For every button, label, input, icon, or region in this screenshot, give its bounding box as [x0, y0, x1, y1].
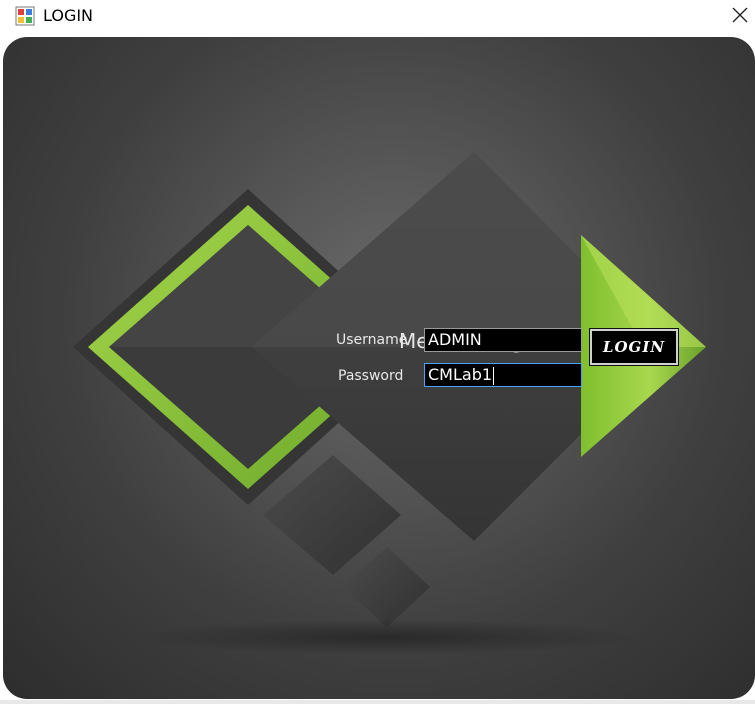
text-caret: [493, 366, 495, 385]
password-value: CMLab1: [428, 365, 493, 384]
username-value: ADMIN: [428, 330, 482, 349]
window-title: LOGIN: [43, 6, 94, 25]
windows-form-icon: [15, 6, 35, 26]
login-panel: Member Login Username Password ADMIN CML…: [3, 37, 755, 699]
close-button[interactable]: [722, 0, 755, 32]
login-button[interactable]: LOGIN: [589, 328, 679, 366]
window-bottom-edge: [0, 700, 755, 704]
username-label: Username: [336, 332, 408, 348]
password-label: Password: [338, 368, 404, 384]
title-bar: LOGIN: [0, 0, 755, 32]
close-icon: [732, 7, 748, 23]
username-input[interactable]: ADMIN: [424, 328, 582, 352]
password-input[interactable]: CMLab1: [424, 363, 582, 387]
small-diamond-shape: [343, 547, 430, 627]
